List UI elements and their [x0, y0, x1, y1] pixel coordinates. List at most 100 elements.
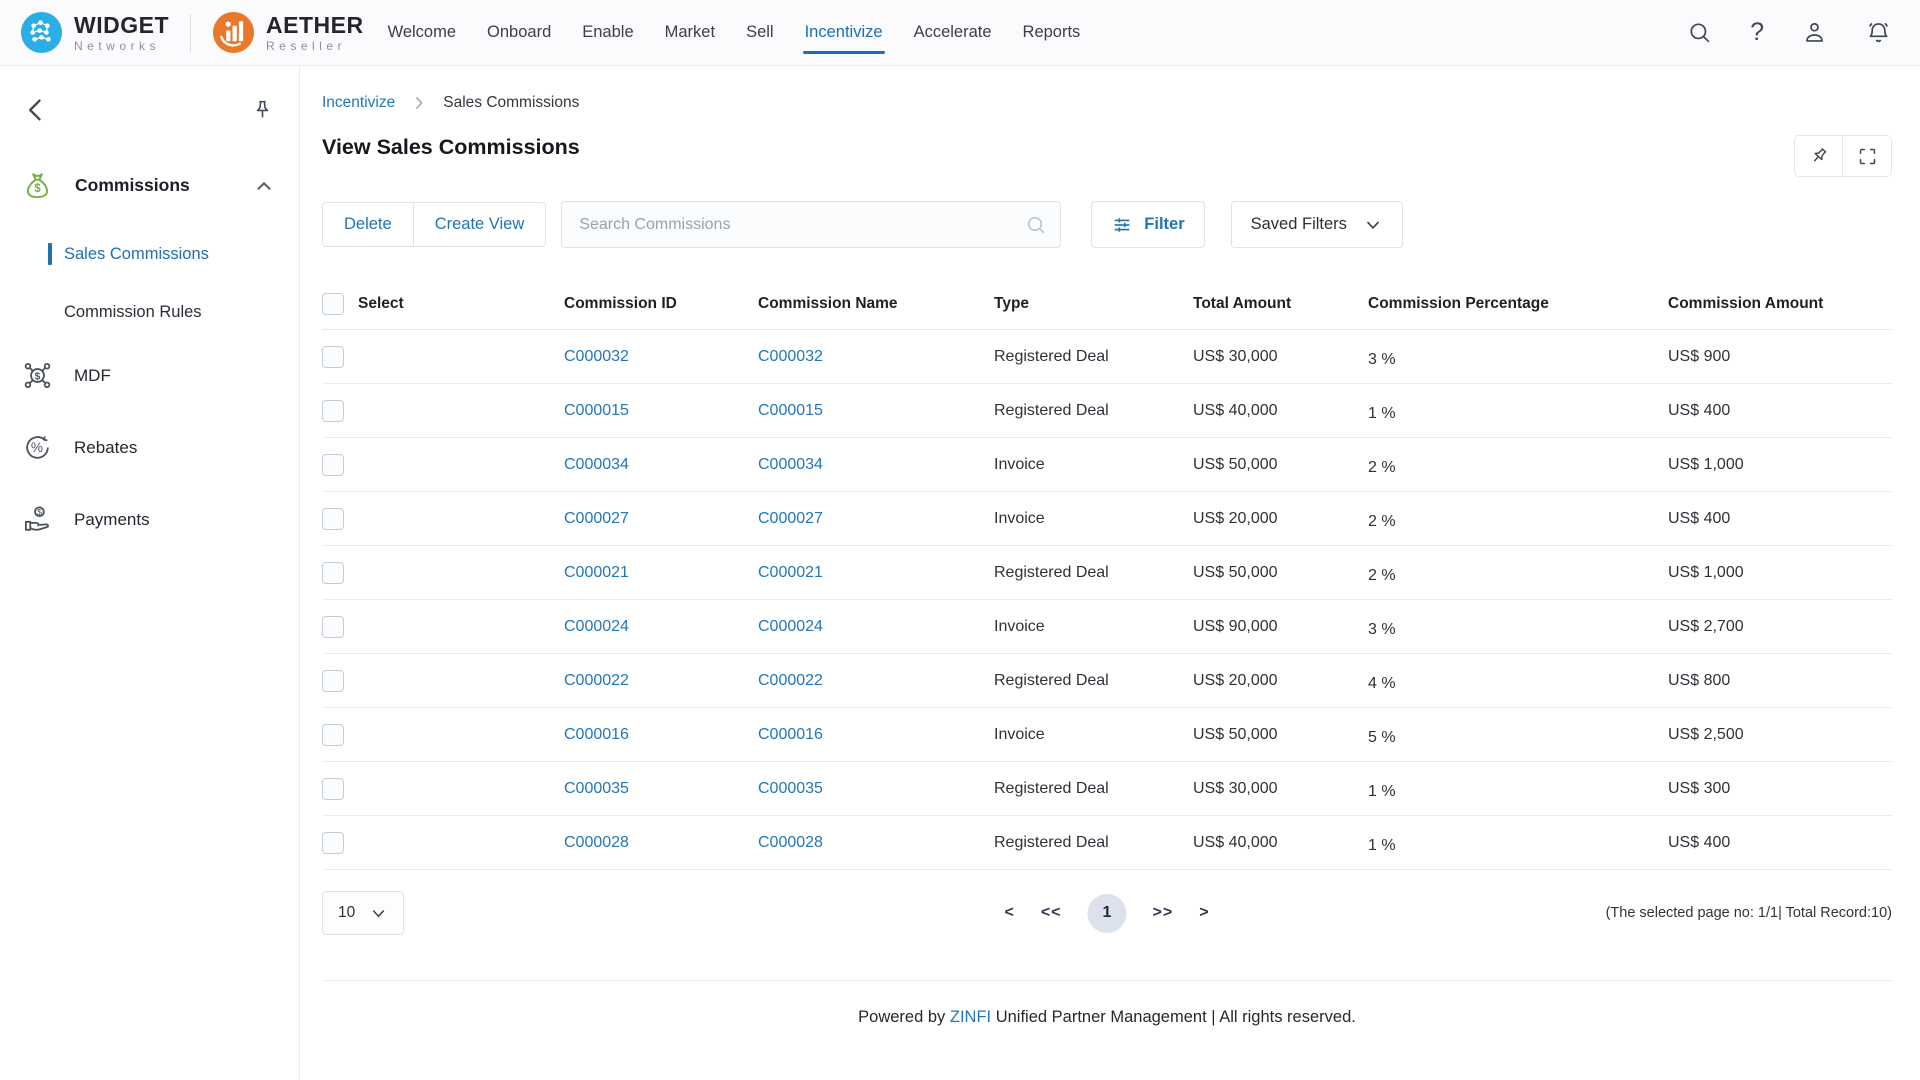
notifications-icon[interactable] [1865, 19, 1892, 46]
column-header-commission-amount: Commission Amount [1668, 295, 1892, 313]
breadcrumb-parent-link[interactable]: Incentivize [322, 94, 395, 112]
table-row: C000032 C000032 Registered Deal US$ 30,0… [322, 330, 1892, 384]
previous-page-button[interactable]: < [1004, 904, 1014, 922]
user-icon[interactable] [1801, 19, 1828, 46]
partner-logo: AETHER Reseller [212, 11, 364, 54]
sidebar-group-label: Commissions [75, 175, 190, 196]
row-checkbox[interactable] [322, 508, 344, 530]
commission-name-link[interactable]: C000024 [758, 618, 823, 635]
commission-name-link[interactable]: C000016 [758, 726, 823, 743]
commission-id-link[interactable]: C000034 [564, 456, 629, 473]
table-header: Select Commission ID Commission Name Typ… [322, 278, 1892, 330]
nav-item[interactable]: Welcome [388, 23, 456, 42]
commission-name-link[interactable]: C000015 [758, 402, 823, 419]
commission-name-link[interactable]: C000022 [758, 672, 823, 689]
last-page-button[interactable]: >> [1153, 904, 1174, 922]
toolbar: Delete Create View Filter Saved Filters [322, 201, 1892, 248]
commission-id-link[interactable]: C000021 [564, 564, 629, 581]
total-amount-cell: US$ 50,000 [1193, 456, 1368, 474]
table-row: C000015 C000015 Registered Deal US$ 40,0… [322, 384, 1892, 438]
table-body: C000032 C000032 Registered Deal US$ 30,0… [322, 330, 1892, 870]
mdf-network-dollar-icon: $ [22, 360, 53, 391]
commission-name-link[interactable]: C000028 [758, 834, 823, 851]
row-checkbox[interactable] [322, 670, 344, 692]
sidebar-item-label: Commission Rules [64, 303, 202, 322]
collapse-sidebar-icon[interactable] [22, 96, 50, 124]
expand-fullscreen-button[interactable] [1843, 136, 1891, 176]
commission-id-link[interactable]: C000028 [564, 834, 629, 851]
footer-text: Powered by [858, 1008, 950, 1026]
next-page-button[interactable]: > [1199, 904, 1209, 922]
delete-button[interactable]: Delete [323, 203, 413, 246]
column-header-select: Select [358, 295, 404, 313]
primary-logo: WIDGET Networks [20, 11, 169, 54]
row-checkbox[interactable] [322, 454, 344, 476]
commission-id-link[interactable]: C000016 [564, 726, 629, 743]
nav-item[interactable]: Reports [1023, 23, 1081, 42]
search-input[interactable] [561, 201, 1061, 248]
row-checkbox[interactable] [322, 400, 344, 422]
total-amount-cell: US$ 30,000 [1193, 348, 1368, 366]
sidebar-item-rebates[interactable]: % Rebates [22, 432, 275, 463]
sidebar-item-commission-rules[interactable]: Commission Rules [48, 303, 275, 322]
row-checkbox[interactable] [322, 346, 344, 368]
pagination-info: (The selected page no: 1/1| Total Record… [1606, 905, 1892, 921]
nav-item[interactable]: Accelerate [914, 23, 992, 42]
nav-item[interactable]: Incentivize [805, 23, 883, 42]
sidebar-item-label: MDF [74, 366, 111, 386]
primary-logo-name: WIDGET [74, 14, 169, 37]
select-all-checkbox[interactable] [322, 293, 344, 315]
page-size-select[interactable]: 10 [322, 891, 404, 935]
nav-item[interactable]: Onboard [487, 23, 551, 42]
sidebar-item-payments[interactable]: $ Payments [22, 504, 275, 535]
row-checkbox[interactable] [322, 832, 344, 854]
row-checkbox[interactable] [322, 724, 344, 746]
sidebar-item-mdf[interactable]: $ MDF [22, 360, 275, 391]
commission-id-link[interactable]: C000035 [564, 780, 629, 797]
commission-id-link[interactable]: C000022 [564, 672, 629, 689]
saved-filters-label: Saved Filters [1251, 215, 1347, 234]
total-amount-cell: US$ 20,000 [1193, 510, 1368, 528]
sidebar-group-commissions[interactable]: $ Commissions [22, 170, 275, 201]
row-checkbox[interactable] [322, 562, 344, 584]
active-indicator-bar [48, 243, 52, 265]
commission-id-link[interactable]: C000032 [564, 348, 629, 365]
nav-item[interactable]: Market [665, 23, 715, 42]
commission-name-link[interactable]: C000021 [758, 564, 823, 581]
svg-text:%: % [31, 440, 43, 455]
current-page-indicator[interactable]: 1 [1088, 894, 1127, 933]
saved-filters-dropdown[interactable]: Saved Filters [1231, 201, 1403, 248]
commission-id-link[interactable]: C000024 [564, 618, 629, 635]
commission-name-link[interactable]: C000035 [758, 780, 823, 797]
nav-item[interactable]: Sell [746, 23, 774, 42]
first-page-button[interactable]: << [1041, 904, 1062, 922]
total-amount-cell: US$ 20,000 [1193, 672, 1368, 690]
top-bar-actions: ? [1686, 19, 1892, 46]
help-icon[interactable]: ? [1750, 20, 1764, 45]
footer-brand-link[interactable]: ZINFI [950, 1008, 991, 1026]
table-row: C000027 C000027 Invoice US$ 20,000 2 % U… [322, 492, 1892, 546]
row-checkbox[interactable] [322, 778, 344, 800]
filter-button[interactable]: Filter [1091, 201, 1204, 248]
commission-percentage-cell: 2 % [1368, 452, 1668, 477]
footer-text: Unified Partner Management | All rights … [991, 1008, 1356, 1026]
money-bag-icon: $ [22, 170, 53, 201]
sidebar-item-sales-commissions[interactable]: Sales Commissions [48, 243, 275, 265]
commission-id-link[interactable]: C000015 [564, 402, 629, 419]
create-view-button[interactable]: Create View [413, 203, 546, 246]
table-row: C000021 C000021 Registered Deal US$ 50,0… [322, 546, 1892, 600]
search-icon[interactable] [1686, 19, 1713, 46]
total-amount-cell: US$ 30,000 [1193, 780, 1368, 798]
nav-item[interactable]: Enable [582, 23, 633, 42]
search-icon[interactable] [1024, 213, 1048, 237]
commission-name-link[interactable]: C000032 [758, 348, 823, 365]
commission-amount-cell: US$ 400 [1668, 510, 1892, 528]
pin-sidebar-icon[interactable] [250, 98, 275, 123]
type-cell: Registered Deal [994, 834, 1193, 852]
commission-amount-cell: US$ 2,700 [1668, 618, 1892, 636]
row-checkbox[interactable] [322, 616, 344, 638]
pin-page-button[interactable] [1795, 136, 1843, 176]
commission-name-link[interactable]: C000034 [758, 456, 823, 473]
commission-id-link[interactable]: C000027 [564, 510, 629, 527]
commission-name-link[interactable]: C000027 [758, 510, 823, 527]
